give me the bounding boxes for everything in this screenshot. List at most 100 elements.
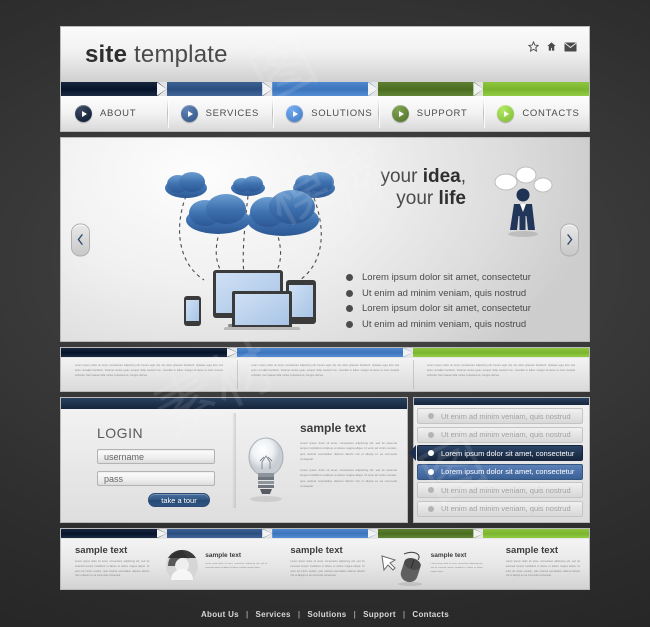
mouse-cursor-icon [380,548,426,589]
bottom-col5-text: Lorem ipsum dolor sit amet, consectetur … [505,560,580,578]
header-arrow-strip [60,82,590,96]
list-item-label: Lorem ipsum dolor sit amet, consectetur [441,448,575,458]
arrow-segment-2 [237,348,413,357]
bottom-col3-text: Lorem ipsum dolor sit amet, consectetur … [290,560,365,578]
hero-bullet-label: Lorem ipsum dolor sit amet, consectetur [362,303,531,315]
footer-separator: | [353,610,357,619]
list-item-label: Ut enim ad minim veniam, quis nostrud [441,411,571,421]
hero-bullet-item: Lorem ipsum dolor sit amet, consectetur [346,272,576,283]
bottom-col4-title: sample text [430,552,467,559]
list-bullet-icon [428,413,434,419]
arrow-notch [473,529,484,538]
hero-line1-bold: idea [422,166,461,187]
site-header: site template [60,26,590,82]
main-navigation: ABOUT SERVICES SOLUTIONS SUPPORT CONTACT… [60,96,590,132]
footer-link-support[interactable]: Support [363,610,396,619]
password-input[interactable] [97,471,215,486]
bottom-column-2: sample text Lorem ipsum dolor sit amet, … [158,539,276,589]
footer-separator: | [297,610,301,619]
hero-bullet-item: Ut enim ad minim veniam, quis nostrud [346,319,576,330]
arrow-notch [367,529,378,538]
arrow-segment-3 [272,529,378,538]
bottom-col5-title: sample text [505,545,559,556]
nav-item-contacts[interactable]: CONTACTS [483,96,589,131]
header-icon-group [528,41,577,52]
bottom-section: sample text Lorem ipsum dolor sit amet, … [60,528,590,590]
hero-line2-bold: life [438,188,466,210]
list-item-label: Ut enim ad minim veniam, quis nostrud [441,485,571,495]
list-bullet-icon [428,468,434,475]
nav-item-services[interactable]: SERVICES [166,96,273,131]
mail-icon[interactable] [564,42,577,52]
list-item[interactable]: Ut enim ad minim veniam, quis nostrud [417,482,583,498]
cloud-devices-illustration [156,158,356,331]
nav-item-support[interactable]: SUPPORT [377,96,484,131]
play-circle-icon [391,105,409,122]
businessman-idea-icon [492,166,554,243]
list-bullet-icon [428,431,434,438]
take-a-tour-button[interactable]: take a tour [148,493,210,507]
arrow-notch [156,529,167,538]
hero-slider: 模板 [60,137,590,342]
arrow-segment-4 [378,529,484,538]
triband-column-text: Lorem ipsum dolor sit amet, consectetur … [75,364,223,377]
footer-link-services[interactable]: Services [255,610,290,619]
sample-panel-paragraph-1: Lorem ipsum dolor sit amet, consectetur … [300,441,397,462]
list-item[interactable]: Lorem ipsum dolor sit amet, consectetur [417,463,583,480]
triband-column-text: Lorem ipsum dolor sit amet, consectetur … [251,364,399,377]
hero-bullet-item: Lorem ipsum dolor sit amet, consectetur [346,303,576,314]
arrow-segment-5 [483,82,589,96]
arrow-notch [227,348,237,357]
three-column-band: Lorem ipsum dolor sit amet, consectetur … [60,347,590,392]
triband-column-3: Lorem ipsum dolor sit amet, consectetur … [413,358,589,391]
list-bullet-icon [428,487,434,493]
bottom-col1-title: sample text [75,545,128,556]
footer-link-solutions[interactable]: Solutions [307,610,346,619]
slider-prev-button[interactable] [71,223,90,256]
footer-separator: | [402,610,406,619]
star-icon[interactable] [528,41,539,52]
mid-section: LOGIN take a tour [60,397,590,523]
bullet-dot-icon [346,320,353,328]
nav-item-label: SOLUTIONS [311,108,373,119]
arrow-segment-3 [272,82,378,96]
logo-light-text: template [127,41,228,68]
list-item-label: Lorem ipsum dolor sit amet, consectetur [441,467,575,476]
triband-column-text: Lorem ipsum dolor sit amet, consectetur … [427,364,575,377]
footer-link-about-us[interactable]: About Us [201,610,239,619]
list-bullet-icon [428,505,434,512]
bottom-column-3: sample text Lorem ipsum dolor sit amet, … [276,539,373,589]
arrow-notch [473,82,484,96]
bottom-columns: sample text Lorem ipsum dolor sit amet, … [60,539,590,590]
bottom-column-4: sample text Lorem ipsum dolor sit amet, … [374,539,492,589]
hero-line2-light: your [396,188,439,210]
arrow-notch [156,82,167,96]
login-form: LOGIN take a tour [61,409,236,512]
play-circle-icon [75,105,92,122]
home-icon[interactable] [546,41,557,52]
arrow-notch [403,348,413,357]
hero-line1-tail: , [460,166,466,187]
login-and-sample-panel: LOGIN take a tour [60,397,408,523]
nav-item-solutions[interactable]: SOLUTIONS [272,96,378,131]
list-item[interactable]: Ut enim ad minim veniam, quis nostrud [417,500,583,517]
footer-link-contacts[interactable]: Contacts [412,610,449,619]
footer-navigation: About Us | Services | Solutions | Support | Cont… [0,610,650,619]
bottom-col2-text: Lorem ipsum dolor sit amet, consectetur … [205,563,268,570]
username-input[interactable] [97,449,215,464]
site-logo[interactable]: site template [85,41,228,69]
bottom-col4-text: Lorem ipsum dolor sit amet, consectetur … [430,563,483,574]
footer-separator: | [245,610,249,619]
list-item[interactable]: Ut enim ad minim veniam, quis nostrud [417,408,583,424]
hero-bullet-label: Lorem ipsum dolor sit amet, consectetur [362,272,531,284]
nav-item-label: ABOUT [100,108,137,119]
nav-item-label: CONTACTS [522,108,580,119]
play-circle-icon [286,105,304,122]
list-item[interactable]: Lorem ipsum dolor sit amet, consectetur [417,445,583,461]
logo-bold-text: site [85,41,128,68]
nav-item-about[interactable]: ABOUT [61,96,167,131]
list-panel-title-bar [414,398,589,405]
nav-item-label: SERVICES [205,108,260,119]
bottom-col1-text: Lorem ipsum dolor sit amet, consectetur … [75,560,150,578]
list-item[interactable]: Ut enim ad minim veniam, quis nostrud [417,426,583,443]
